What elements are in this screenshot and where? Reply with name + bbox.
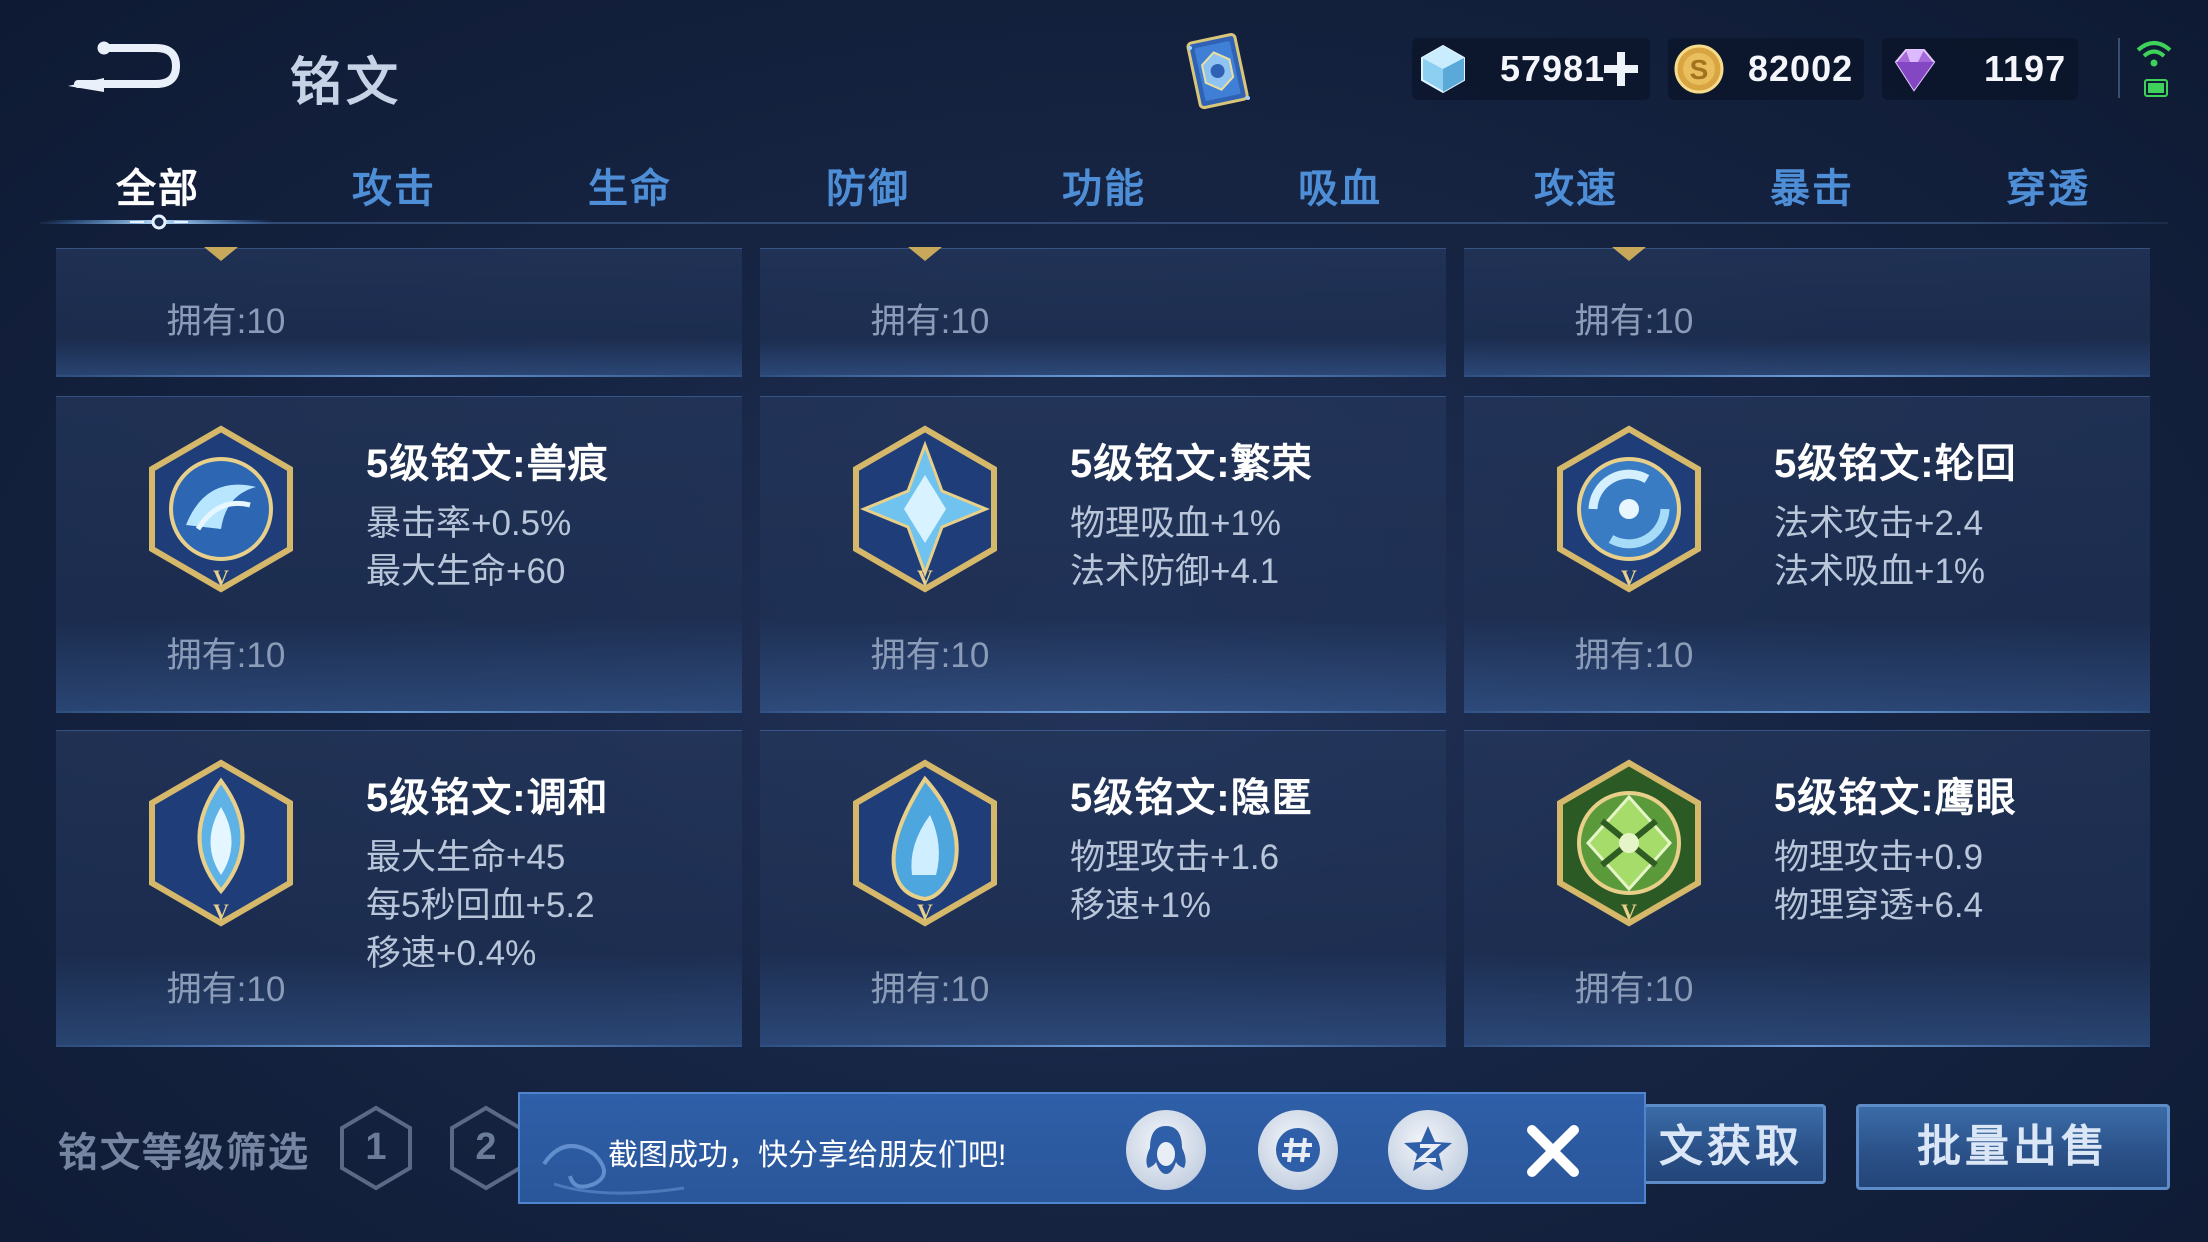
rune-stat: 最大生命+45 <box>366 838 566 877</box>
tab-penetration[interactable]: 穿透 <box>1930 156 2166 214</box>
emblem-tip-icon <box>1612 247 1646 261</box>
rune-card-partial[interactable]: 拥有:10 <box>760 247 1446 377</box>
svg-text:V: V <box>213 899 229 924</box>
rune-stat: 物理攻击+0.9 <box>1774 838 1984 877</box>
rune-stat: 每5秒回血+5.2 <box>366 886 595 925</box>
tab-attack-speed[interactable]: 攻速 <box>1458 156 1694 214</box>
rune-stat: 法术攻击+2.4 <box>1774 504 1984 543</box>
screenshot-share-toast: 截图成功，快分享给朋友们吧! <box>518 1092 1646 1204</box>
level-number: 1 <box>365 1126 387 1168</box>
tab-divider <box>40 222 2168 224</box>
level-filter-label: 铭文等级筛选 <box>58 1131 310 1175</box>
rune-name: 5级铭文:鹰眼 <box>1774 776 2017 820</box>
emblem-tip-icon <box>908 247 942 261</box>
svg-text:V: V <box>1621 565 1637 590</box>
tab-all[interactable]: 全部 <box>40 156 276 214</box>
wifi-icon <box>2136 41 2172 67</box>
owned-count: 拥有:10 <box>870 636 990 675</box>
rune-card[interactable]: V 5级铭文:繁荣 物理吸血+1% 法术防御+4.1 拥有:10 <box>760 396 1446 713</box>
level-filter-2-button[interactable]: 2 <box>446 1104 526 1192</box>
diamond-amount: 57981 <box>1500 48 1606 89</box>
rune-card-partial[interactable]: 拥有:10 <box>1464 247 2150 377</box>
tab-defense[interactable]: 防御 <box>750 156 986 214</box>
tab-attack[interactable]: 攻击 <box>276 156 512 214</box>
tab-lifesteal[interactable]: 吸血 <box>1222 156 1458 214</box>
rune-stat: 法术吸血+1% <box>1774 552 1986 591</box>
owned-count: 拥有:10 <box>1574 970 1694 1009</box>
owned-count: 拥有:10 <box>1574 636 1694 675</box>
rune-card[interactable]: V 5级铭文:轮回 法术攻击+2.4 法术吸血+1% 拥有:10 <box>1464 396 2150 713</box>
currency-gold: S 82002 <box>1668 38 1864 100</box>
rune-name: 5级铭文:繁荣 <box>1070 442 1313 486</box>
header-divider <box>2118 38 2120 98</box>
level-filter-1-button[interactable]: 1 <box>336 1104 416 1192</box>
rune-book-icon[interactable] <box>1172 28 1264 118</box>
rune-emblem-eagle-eye-icon: V <box>1557 759 1701 927</box>
rune-stat: 法术防御+4.1 <box>1070 552 1280 591</box>
rune-card[interactable]: V 5级铭文:隐匿 物理攻击+1.6 移速+1% 拥有:10 <box>760 730 1446 1047</box>
close-icon[interactable] <box>1520 1118 1586 1184</box>
owned-count: 拥有:10 <box>870 302 990 341</box>
purple-gem-icon <box>1894 49 1936 92</box>
rune-stat: 物理攻击+1.6 <box>1070 838 1280 877</box>
category-tab-bar: 全部 攻击 生命 防御 功能 吸血 攻速 暴击 穿透 <box>40 150 2168 230</box>
svg-text:V: V <box>917 899 933 924</box>
share-qq-button[interactable] <box>1126 1110 1206 1190</box>
rune-emblem-stealth-icon: V <box>853 759 997 927</box>
rune-card[interactable]: V 5级铭文:兽痕 暴击率+0.5% 最大生命+60 拥有:10 <box>56 396 742 713</box>
level-number: 2 <box>475 1126 497 1168</box>
rune-card[interactable]: V 5级铭文:鹰眼 物理攻击+0.9 物理穿透+6.4 拥有:10 <box>1464 730 2150 1047</box>
gold-coin-icon: S <box>1674 44 1724 94</box>
active-tab-indicator <box>44 214 274 230</box>
owned-count: 拥有:10 <box>166 970 286 1009</box>
share-wechat-moments-button[interactable] <box>1258 1110 1338 1190</box>
rune-name: 5级铭文:隐匿 <box>1070 776 1313 820</box>
gold-amount: 82002 <box>1748 48 1854 89</box>
svg-text:V: V <box>917 565 933 590</box>
rune-card-partial[interactable]: 拥有:10 <box>56 247 742 377</box>
rune-emblem-harmony-icon: V <box>149 759 293 927</box>
rune-stat: 移速+1% <box>1070 886 1212 925</box>
qq-penguin-icon <box>1146 1126 1186 1174</box>
emblem-tip-icon <box>204 247 238 261</box>
tab-critical[interactable]: 暴击 <box>1694 156 1930 214</box>
add-currency-button[interactable] <box>1598 44 1644 94</box>
battery-icon <box>2144 79 2168 97</box>
rune-name: 5级铭文:轮回 <box>1774 442 2017 486</box>
diamond-icon <box>1421 44 1465 94</box>
owned-count: 拥有:10 <box>166 302 286 341</box>
owned-count: 拥有:10 <box>166 636 286 675</box>
rune-card[interactable]: V 5级铭文:调和 最大生命+45 每5秒回血+5.2 移速+0.4% 拥有:1… <box>56 730 742 1047</box>
toast-message: 截图成功，快分享给朋友们吧! <box>608 1139 1007 1172</box>
tab-utility[interactable]: 功能 <box>986 156 1222 214</box>
rune-stat: 物理吸血+1% <box>1070 504 1282 543</box>
svg-text:V: V <box>1621 899 1637 924</box>
currency-diamond: 57981 <box>1412 38 1650 100</box>
owned-count: 拥有:10 <box>1574 302 1694 341</box>
svg-text:S: S <box>1690 54 1709 85</box>
batch-sell-button[interactable]: 批量出售 <box>1856 1104 2170 1190</box>
rune-emblem-prosperity-icon: V <box>853 425 997 593</box>
page-title: 铭文 <box>290 54 403 112</box>
share-qzone-button[interactable] <box>1388 1110 1468 1190</box>
hashtag-icon <box>1276 1128 1320 1172</box>
rune-name: 5级铭文:兽痕 <box>366 442 609 486</box>
rune-name: 5级铭文:调和 <box>366 776 609 820</box>
currency-gem: 1197 <box>1882 38 2078 100</box>
rune-emblem-samsara-icon: V <box>1557 425 1701 593</box>
star-icon <box>1404 1126 1452 1171</box>
rune-stat: 暴击率+0.5% <box>366 504 572 543</box>
rune-stat: 最大生命+60 <box>366 552 566 591</box>
tab-health[interactable]: 生命 <box>512 156 748 214</box>
back-button[interactable] <box>64 34 184 98</box>
svg-text:V: V <box>213 565 229 590</box>
rune-stat: 物理穿透+6.4 <box>1774 886 1984 925</box>
owned-count: 拥有:10 <box>870 970 990 1009</box>
gem-amount: 1197 <box>1984 48 2067 89</box>
rune-emblem-beast-mark-icon: V <box>149 425 293 593</box>
